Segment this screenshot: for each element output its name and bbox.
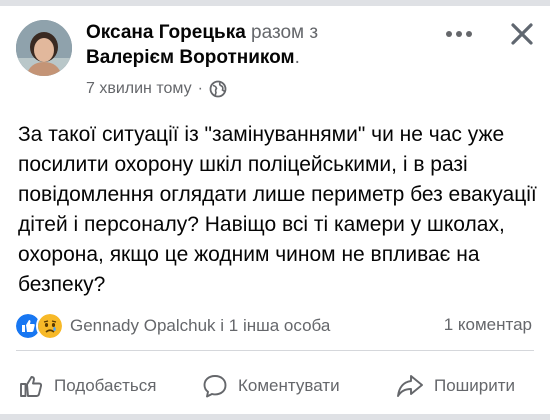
more-options-icon[interactable]	[444, 29, 474, 39]
post-header: Оксана Горецька разом з Валерієм Воротни…	[86, 20, 446, 70]
thumbs-up-icon	[20, 376, 43, 397]
close-icon[interactable]	[510, 22, 534, 46]
like-label: Подобається	[54, 376, 157, 395]
comment-icon	[203, 375, 227, 398]
top-separator	[0, 0, 550, 6]
post-text: За такої ситуації із "замінуваннями" чи …	[18, 123, 537, 296]
tagged-name[interactable]: Валерієм Воротником	[86, 47, 295, 68]
tagged-line: Валерієм Воротником.	[86, 45, 446, 70]
bottom-separator	[0, 414, 550, 420]
tagged-suffix: .	[294, 47, 300, 68]
avatar[interactable]	[16, 20, 72, 76]
comment-button[interactable]: Коментувати	[202, 362, 340, 410]
with-label: разом з	[251, 22, 319, 43]
post-actions: Подобається Коментувати Поширити	[0, 362, 550, 410]
like-button[interactable]: Подобається	[18, 362, 157, 410]
post-meta: 7 хвилин тому ·	[86, 80, 227, 98]
share-button[interactable]: Поширити	[396, 362, 515, 410]
avatar-photo	[16, 20, 72, 76]
comment-label: Коментувати	[238, 376, 340, 395]
post-time[interactable]: 7 хвилин тому	[86, 80, 192, 98]
share-label: Поширити	[434, 376, 516, 395]
author-line: Оксана Горецька разом з	[86, 20, 446, 45]
sad-icon	[36, 312, 64, 340]
comments-count[interactable]: 1 коментар	[444, 315, 532, 335]
time-separator: ·	[197, 80, 203, 97]
reactions-summary[interactable]: Gennady Opalchuk і 1 інша особа	[14, 312, 330, 340]
globe-icon[interactable]	[209, 80, 227, 98]
share-arrow-icon	[397, 375, 423, 397]
divider	[16, 350, 534, 351]
reaction-names[interactable]: Gennady Opalchuk і 1 інша особа	[70, 316, 330, 336]
author-name[interactable]: Оксана Горецька	[86, 22, 246, 43]
